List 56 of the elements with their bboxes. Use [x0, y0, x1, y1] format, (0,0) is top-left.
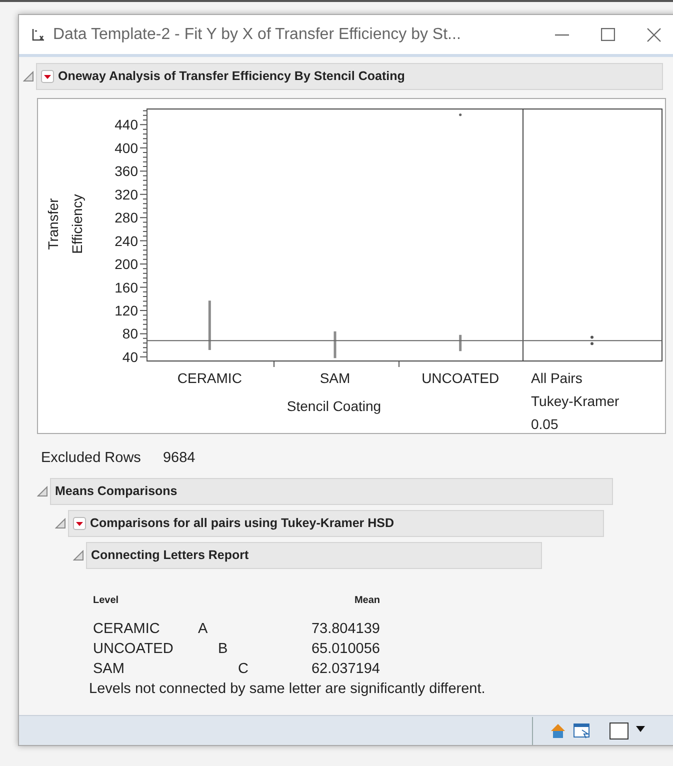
tick-label: 40: [122, 348, 138, 365]
table-cell-text: 62.037194: [310, 660, 380, 679]
axis-title: Stencil Coating: [286, 398, 382, 414]
table-cell-text: B: [218, 640, 229, 659]
window-icon[interactable]: [573, 722, 591, 740]
dropdown-menu-icon[interactable]: [73, 516, 86, 530]
disclosure-expanded-icon[interactable]: [73, 550, 84, 561]
table-cell-text: 73.804139: [310, 620, 380, 639]
tick-label: 120: [114, 302, 138, 318]
dropdown-menu-icon[interactable]: [41, 70, 54, 83]
outline-header[interactable]: Means Comparisons: [50, 478, 613, 505]
minimize-icon: [555, 34, 569, 36]
axis-title: Transfer: [45, 198, 61, 250]
outline-title: Comparisons for all pairs using Tukey-Kramer HSD: [90, 514, 394, 532]
panel-label: 0.05: [531, 416, 558, 432]
home-icon[interactable]: [549, 722, 567, 740]
tick-label: 320: [114, 186, 138, 202]
outline-header[interactable]: Oneway Analysis of Transfer Efficiency By Stencil Coating: [36, 63, 663, 90]
window-title: Data Template-2 - Fit Y by X of Transfer Efficiency by St...: [53, 24, 461, 44]
tick-label: 400: [114, 140, 138, 156]
tick-label: 440: [114, 116, 138, 133]
category-label: CERAMIC: [177, 370, 242, 386]
field-value: 9684: [162, 449, 196, 468]
footnote: Levels not connected by same letter are significantly different.: [89, 680, 486, 699]
tick-label: 80: [122, 326, 138, 342]
outline-title: Means Comparisons: [55, 482, 178, 500]
table-cell-text: UNCOATED: [93, 640, 174, 659]
tick-label: 160: [114, 279, 138, 296]
category-label: SAM: [320, 370, 350, 386]
disclosure-expanded-icon[interactable]: [55, 518, 66, 529]
comparison-marks: [590, 336, 594, 346]
axis-title: Efficiency: [69, 194, 85, 254]
panel-label: Tukey-Kramer: [531, 393, 620, 409]
column-header: Mean: [353, 594, 380, 608]
table-cell-text: C: [238, 660, 250, 679]
outline-header[interactable]: Comparisons for all pairs using Tukey-Kramer HSD: [68, 510, 604, 537]
table-cell-text: 65.010056: [310, 640, 380, 659]
tick-label: 200: [114, 256, 138, 272]
maximize-icon: [601, 28, 615, 41]
outline-title: Oneway Analysis of Transfer Efficiency By Stencil Coating: [58, 68, 405, 86]
panel-label: All Pairs: [531, 370, 582, 386]
tick-label: 280: [114, 210, 138, 226]
close-icon: [647, 28, 661, 42]
field-label: Excluded Rows: [41, 449, 141, 468]
outline-title: Connecting Letters Report: [91, 546, 249, 564]
table-cell-text: A: [198, 620, 209, 639]
tick-label: 360: [114, 163, 138, 180]
outline-header[interactable]: Connecting Letters Report: [86, 542, 542, 569]
table-cell-text: SAM: [93, 660, 126, 679]
category-label: UNCOATED: [422, 370, 500, 386]
tick-label: 240: [114, 232, 138, 249]
column-header: Level: [93, 594, 120, 608]
table-cell-text: CERAMIC: [93, 620, 161, 639]
disclosure-expanded-icon[interactable]: [23, 71, 34, 82]
chart-icon: [31, 28, 45, 42]
disclosure-expanded-icon[interactable]: [37, 486, 48, 497]
